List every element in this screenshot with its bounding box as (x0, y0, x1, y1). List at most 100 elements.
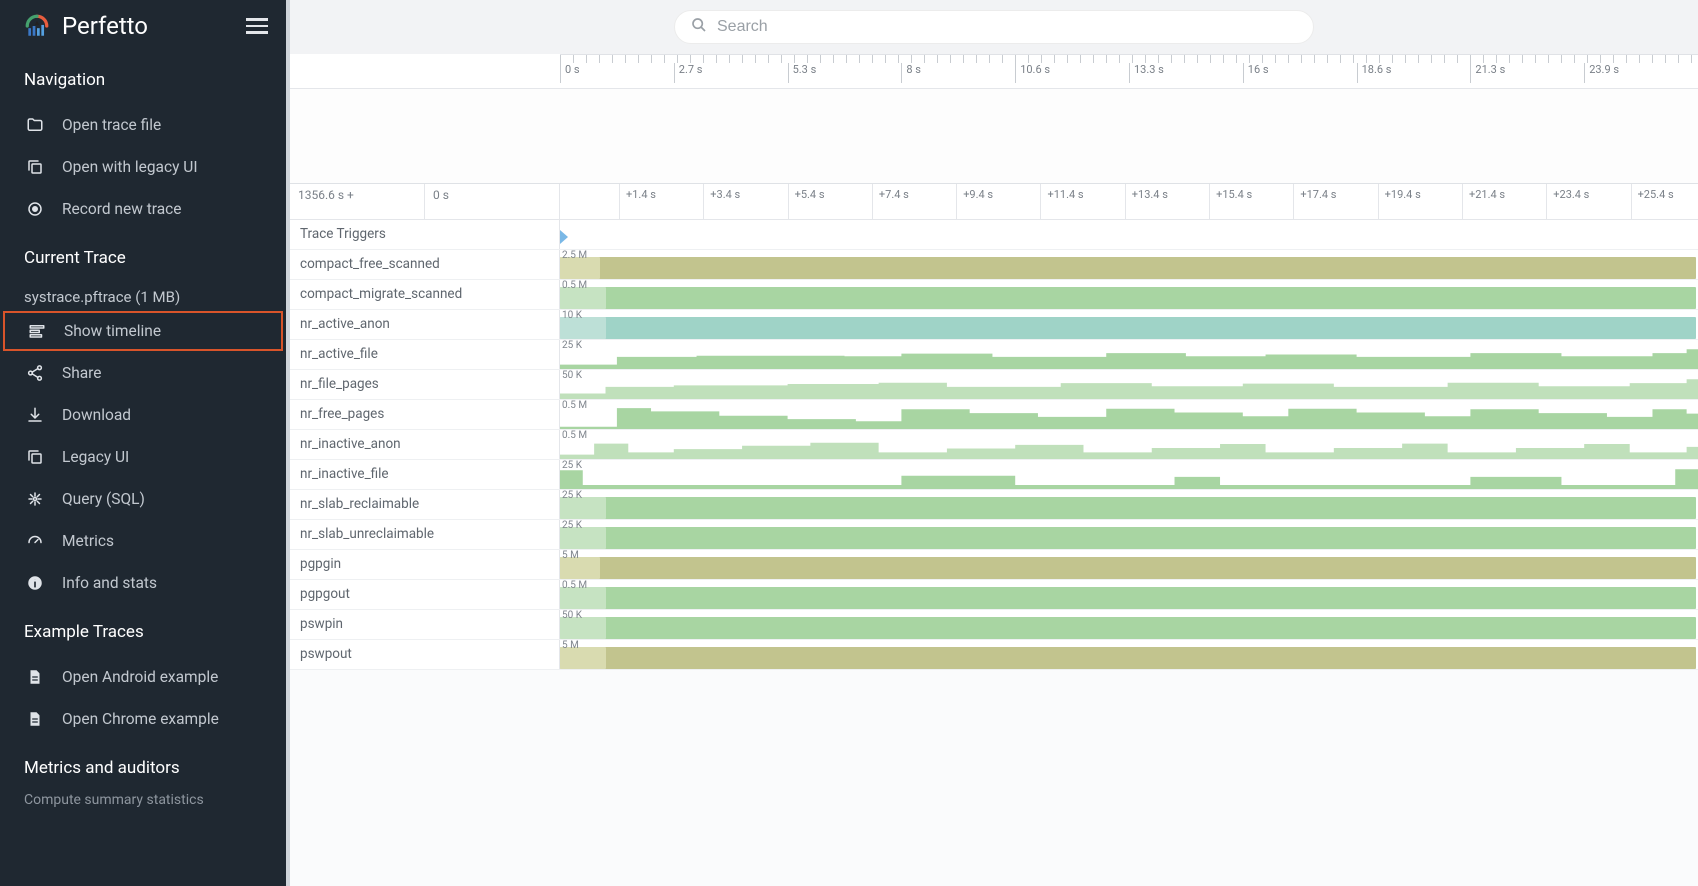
time-offset: +5.4 s (788, 184, 831, 219)
track-row: nr_inactive_file25 K (290, 460, 1698, 490)
track-name[interactable]: pgpgin (290, 550, 560, 579)
share-icon (24, 362, 46, 384)
track-lane[interactable]: 0.5 M (560, 280, 1698, 309)
track-scale: 5 M (562, 641, 579, 651)
nav-label: Open with legacy UI (62, 158, 198, 176)
track-lane[interactable] (560, 220, 1698, 249)
track-name[interactable]: nr_free_pages (290, 400, 560, 429)
nav-label: Info and stats (62, 574, 157, 592)
track-name[interactable]: nr_file_pages (290, 370, 560, 399)
section-title: Current Trace (0, 230, 286, 282)
sidebar: Perfetto Navigation Open trace file Open w… (0, 0, 290, 886)
nav-item-open-trace-file[interactable]: Open trace file (0, 104, 286, 146)
track-name[interactable]: nr_slab_unreclaimable (290, 520, 560, 549)
ruler-tick: 18.6 s (1357, 63, 1392, 83)
nav-label: Open trace file (62, 116, 161, 134)
nav-item-record-new-trace[interactable]: Record new trace (0, 188, 286, 230)
track-lane[interactable]: 25 K (560, 460, 1698, 489)
nav-item-legacy-ui[interactable]: Legacy UI (0, 436, 286, 478)
track-lane[interactable]: 50 K (560, 610, 1698, 639)
gauge-icon (24, 530, 46, 552)
track-lane[interactable]: 25 K (560, 520, 1698, 549)
track-name[interactable]: nr_active_file (290, 340, 560, 369)
track-name[interactable]: Trace Triggers (290, 220, 560, 249)
nav-item-open-chrome-example[interactable]: Open Chrome example (0, 698, 286, 740)
nav-item-open-android-example[interactable]: Open Android example (0, 656, 286, 698)
track-name[interactable]: pswpin (290, 610, 560, 639)
nav-item-info-and-stats[interactable]: Info and stats (0, 562, 286, 604)
track-scale: 0.5 M (562, 281, 587, 291)
nav-label: Download (62, 406, 131, 424)
track-scale: 25 K (562, 491, 582, 501)
track-row: nr_active_file25 K (290, 340, 1698, 370)
track-lane[interactable]: 2.5 M (560, 250, 1698, 279)
copy-icon (24, 446, 46, 468)
brand: Perfetto (24, 12, 148, 40)
search-box[interactable] (674, 10, 1314, 44)
topbar (290, 0, 1698, 54)
track-name[interactable]: compact_migrate_scanned (290, 280, 560, 309)
track-lane[interactable]: 5 M (560, 640, 1698, 669)
search-icon (691, 17, 707, 37)
info-icon (24, 572, 46, 594)
nav-label: Share (62, 364, 102, 382)
time-offset: +11.4 s (1040, 184, 1089, 219)
ruler-tick: 2.7 s (674, 63, 703, 83)
time-offset: +19.4 s (1378, 184, 1427, 219)
section-subtitle: Compute summary statistics (0, 792, 286, 820)
download-icon (24, 404, 46, 426)
nav-item-open-with-legacy-ui[interactable]: Open with legacy UI (0, 146, 286, 188)
section-title: Navigation (0, 52, 286, 104)
track-row: compact_migrate_scanned0.5 M (290, 280, 1698, 310)
time-offset: +13.4 s (1125, 184, 1174, 219)
time-offsets: +1.4 s+3.4 s+5.4 s+7.4 s+9.4 s+11.4 s+13… (560, 184, 1698, 219)
ruler-tick: 10.6 s (1015, 63, 1050, 83)
nav-label: Legacy UI (62, 448, 129, 466)
time-offset: +21.4 s (1462, 184, 1511, 219)
time-offset: +3.4 s (703, 184, 746, 219)
track-name[interactable]: nr_active_anon (290, 310, 560, 339)
track-row: pswpin50 K (290, 610, 1698, 640)
nav-item-metrics[interactable]: Metrics (0, 520, 286, 562)
file-icon (24, 666, 46, 688)
search-input[interactable] (717, 18, 1297, 36)
track-name[interactable]: nr_inactive_file (290, 460, 560, 489)
time-offset: +25.4 s (1631, 184, 1680, 219)
nav-item-download[interactable]: Download (0, 394, 286, 436)
section-title: Metrics and auditors (0, 740, 286, 792)
track-lane[interactable]: 10 K (560, 310, 1698, 339)
record-icon (24, 198, 46, 220)
track-row: nr_slab_unreclaimable25 K (290, 520, 1698, 550)
track-scale: 5 M (562, 551, 579, 561)
track-name[interactable]: pswpout (290, 640, 560, 669)
track-scale: 0.5 M (562, 581, 587, 591)
nav-item-share[interactable]: Share (0, 352, 286, 394)
track-name[interactable]: nr_inactive_anon (290, 430, 560, 459)
menu-icon[interactable] (246, 18, 268, 33)
track-lane[interactable]: 25 K (560, 490, 1698, 519)
overview-band[interactable] (290, 89, 1698, 184)
track-lane[interactable]: 25 K (560, 340, 1698, 369)
time-ruler[interactable]: 0 s2.7 s5.3 s8 s10.6 s13.3 s16 s18.6 s21… (290, 54, 1698, 89)
nav-label: Open Android example (62, 668, 218, 686)
track-lane[interactable]: 0.5 M (560, 430, 1698, 459)
main-content: 0 s2.7 s5.3 s8 s10.6 s13.3 s16 s18.6 s21… (290, 0, 1698, 886)
tracks: Trace Triggerscompact_free_scanned2.5 M c… (290, 220, 1698, 670)
track-lane[interactable]: 0.5 M (560, 400, 1698, 429)
track-name[interactable]: pgpgout (290, 580, 560, 609)
track-scale: 25 K (562, 341, 582, 351)
track-lane[interactable]: 0.5 M (560, 580, 1698, 609)
ruler-tick: 13.3 s (1129, 63, 1164, 83)
track-name[interactable]: nr_slab_reclaimable (290, 490, 560, 519)
track-scale: 0.5 M (562, 401, 587, 411)
track-row: pgpgin5 M (290, 550, 1698, 580)
nav-item-query-sql-[interactable]: Query (SQL) (0, 478, 286, 520)
time-offset: +15.4 s (1209, 184, 1258, 219)
track-name[interactable]: compact_free_scanned (290, 250, 560, 279)
track-lane[interactable]: 5 M (560, 550, 1698, 579)
track-scale: 0.5 M (562, 431, 587, 441)
track-lane[interactable]: 50 K (560, 370, 1698, 399)
nav-item-show-timeline[interactable]: Show timeline (2, 310, 284, 352)
track-scale: 2.5 M (562, 251, 587, 261)
query-icon (24, 488, 46, 510)
